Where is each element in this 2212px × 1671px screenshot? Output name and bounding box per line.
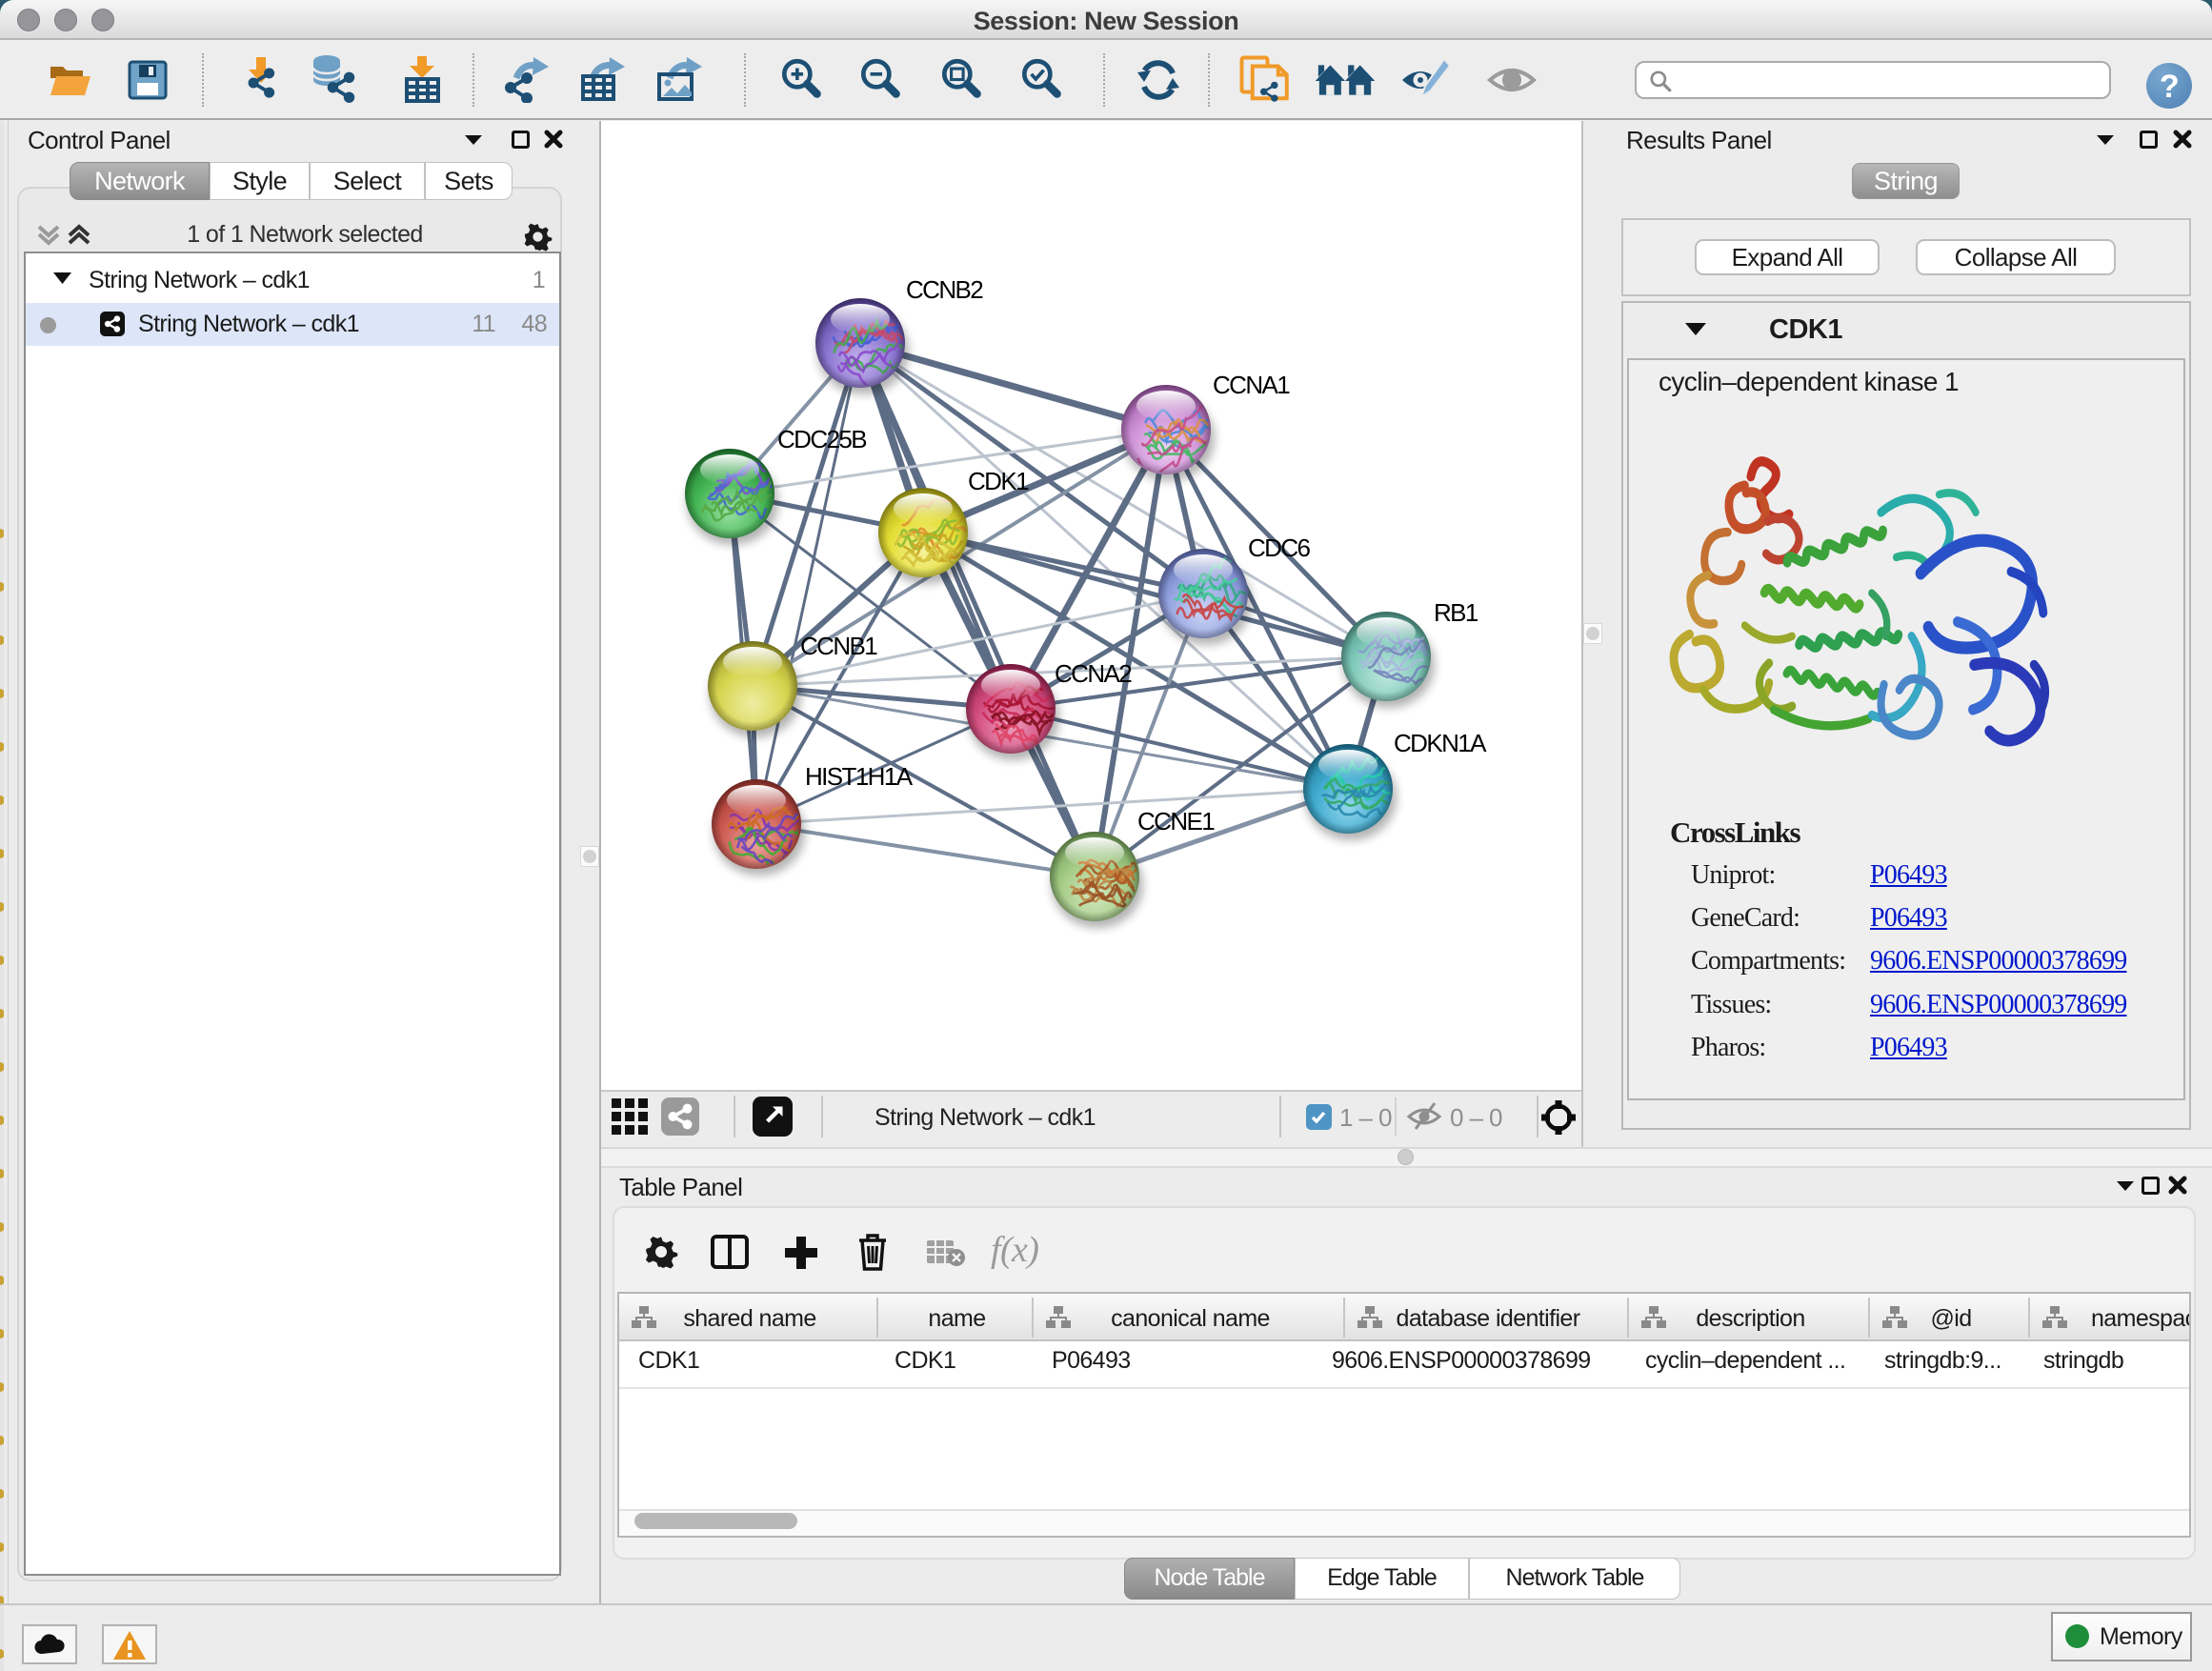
svg-text:CCNB1: CCNB1 (800, 632, 877, 660)
svg-text:CCNA2: CCNA2 (1055, 659, 1132, 688)
svg-text:CCNB2: CCNB2 (906, 275, 983, 304)
svg-text:CCNA1: CCNA1 (1213, 371, 1290, 399)
svg-text:CDC25B: CDC25B (777, 425, 866, 453)
svg-text:CCNE1: CCNE1 (1137, 807, 1215, 836)
svg-text:HIST1H1A: HIST1H1A (805, 762, 914, 791)
svg-text:CDC6: CDC6 (1248, 534, 1311, 562)
svg-text:CDK1: CDK1 (968, 467, 1029, 495)
svg-text:CDKN1A: CDKN1A (1394, 729, 1487, 757)
svg-text:RB1: RB1 (1434, 598, 1478, 627)
